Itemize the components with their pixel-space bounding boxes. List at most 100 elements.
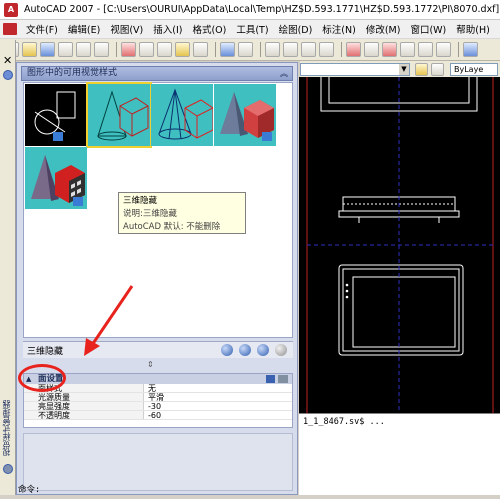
match-properties-icon[interactable] (175, 42, 190, 57)
toolbar-separator (215, 42, 216, 57)
annotation-arrow (84, 285, 134, 356)
command-history-line: 1_1_8467.sv$ ... (303, 417, 385, 427)
undo-icon[interactable] (220, 42, 235, 57)
toolbar-separator (260, 42, 261, 57)
block-editor-icon[interactable] (193, 42, 208, 57)
swatch-3d-wireframe[interactable] (151, 84, 213, 146)
standard-toolbar (0, 39, 500, 61)
property-row[interactable]: 亮显强度 -30 (24, 402, 292, 411)
save-icon[interactable] (40, 42, 55, 57)
swatch-conceptual[interactable] (214, 84, 276, 146)
cut-icon[interactable] (121, 42, 136, 57)
autocad-app-icon[interactable]: A (4, 2, 18, 17)
property-name: 光源质量 (24, 393, 144, 402)
properties-icon[interactable] (346, 42, 361, 57)
pane-splitter-icon[interactable]: ⇕ (147, 360, 154, 369)
redo-icon[interactable] (238, 42, 253, 57)
available-styles-header[interactable]: 图形中的可用视觉样式 ︽ (21, 66, 293, 81)
close-icon[interactable]: ✕ (3, 54, 12, 67)
copy-icon[interactable] (139, 42, 154, 57)
menu-insert[interactable]: 插入(I) (148, 22, 187, 36)
menu-modify[interactable]: 修改(M) (361, 22, 406, 36)
markup-icon[interactable] (418, 42, 433, 57)
apply-to-viewport-icon[interactable] (239, 344, 251, 356)
chevron-down-icon[interactable]: ▼ (399, 63, 409, 75)
swatch-3d-hidden[interactable] (86, 82, 152, 148)
layer-state-combo[interactable]: ▼ (300, 62, 410, 76)
menu-window[interactable]: 窗口(W) (405, 22, 451, 36)
auto-hide-icon[interactable] (3, 70, 13, 80)
2d-wireframe-icon (34, 91, 76, 141)
print-icon[interactable] (58, 42, 73, 57)
sheet-set-icon[interactable] (400, 42, 415, 57)
palette-vertical-title: 视觉样式管理器 (2, 400, 11, 456)
property-value[interactable]: 平滑 (144, 393, 292, 402)
tooltip-default-note: AutoCAD 默认: 不能删除 (123, 222, 221, 232)
realistic-icon (31, 155, 85, 206)
open-file-icon[interactable] (22, 42, 37, 57)
publish-icon[interactable] (94, 42, 109, 57)
visual-styles-manager: 图形中的可用视觉样式 ︽ 三维隐藏 说明:三维隐藏 AutoCAD 默认: 不能… (16, 62, 298, 495)
document-icon[interactable] (3, 23, 17, 35)
property-name: 亮显强度 (24, 402, 144, 411)
style-tooltip: 三维隐藏 说明:三维隐藏 AutoCAD 默认: 不能删除 (118, 192, 246, 234)
menu-format[interactable]: 格式(O) (187, 22, 231, 36)
create-visual-style-icon[interactable] (221, 344, 233, 356)
drawing-canvas[interactable] (299, 77, 500, 413)
zoom-previous-icon[interactable] (319, 42, 334, 57)
toolbar-separator (458, 42, 459, 57)
design-center-icon[interactable] (364, 42, 379, 57)
color-control-combo[interactable]: ByLaye (450, 62, 498, 76)
command-prompt[interactable]: 命令: (16, 483, 136, 495)
tool-palettes-icon[interactable] (382, 42, 397, 57)
menu-dimension[interactable]: 标注(N) (317, 22, 361, 36)
property-value[interactable]: -60 (144, 411, 292, 420)
zoom-realtime-icon[interactable] (283, 42, 298, 57)
available-styles-title: 图形中的可用视觉样式 (27, 68, 118, 78)
baidu-watermark (381, 444, 493, 492)
property-row[interactable]: 不透明度 -60 (24, 411, 292, 420)
zoom-window-icon[interactable] (301, 42, 316, 57)
face-settings-tools-icon[interactable] (266, 375, 288, 383)
palette-properties-icon[interactable] (3, 464, 13, 474)
layers-toolbar: ▼ ByLaye (300, 61, 500, 77)
conceptual-icon (220, 92, 274, 141)
pan-icon[interactable] (265, 42, 280, 57)
collapse-icon[interactable]: ︽ (280, 67, 288, 80)
paste-icon[interactable] (157, 42, 172, 57)
menu-view[interactable]: 视图(V) (105, 22, 148, 36)
palette-dock-strip: ✕ 视觉样式管理器 (0, 40, 16, 495)
property-row[interactable]: 面样式 无 (24, 384, 292, 393)
toolbar-separator (341, 42, 342, 57)
menu-draw[interactable]: 绘图(D) (274, 22, 318, 36)
delete-style-icon[interactable] (275, 344, 287, 356)
menu-file[interactable]: 文件(F) (21, 22, 63, 36)
property-row[interactable]: 光源质量 平滑 (24, 393, 292, 402)
help-icon[interactable] (463, 42, 478, 57)
tooltip-title: 三维隐藏 (123, 196, 158, 206)
print-preview-icon[interactable] (76, 42, 91, 57)
3d-wireframe-icon (158, 88, 213, 140)
toolbar-separator (116, 42, 117, 57)
property-name: 不透明度 (24, 411, 144, 420)
swatch-2d-wireframe[interactable] (25, 84, 87, 146)
menu-help[interactable]: 帮助(H) (451, 22, 495, 36)
swatch-realistic[interactable] (25, 147, 87, 209)
annotation-circle (18, 364, 66, 392)
current-style-bar: 三维隐藏 (23, 341, 293, 358)
export-to-palette-icon[interactable] (257, 344, 269, 356)
title-bar: A AutoCAD 2007 - [C:\Users\OURUI\AppData… (0, 0, 500, 20)
property-value[interactable]: -30 (144, 402, 292, 411)
menu-edit[interactable]: 编辑(E) (63, 22, 105, 36)
window-title: AutoCAD 2007 - [C:\Users\OURUI\AppData\L… (24, 4, 500, 15)
quickcalc-icon[interactable] (436, 42, 451, 57)
color-control-value: ByLaye (454, 64, 484, 74)
layer-previous-icon[interactable] (415, 62, 428, 76)
tooltip-description: 说明:三维隐藏 (123, 209, 177, 219)
cad-drawing (306, 77, 494, 413)
layer-manager-icon[interactable] (431, 62, 444, 76)
property-value[interactable]: 无 (144, 384, 292, 393)
menu-bar: 文件(F) 编辑(E) 视图(V) 插入(I) 格式(O) 工具(T) 绘图(D… (0, 20, 500, 39)
menu-tools[interactable]: 工具(T) (231, 22, 273, 36)
3d-hidden-icon (97, 90, 149, 141)
